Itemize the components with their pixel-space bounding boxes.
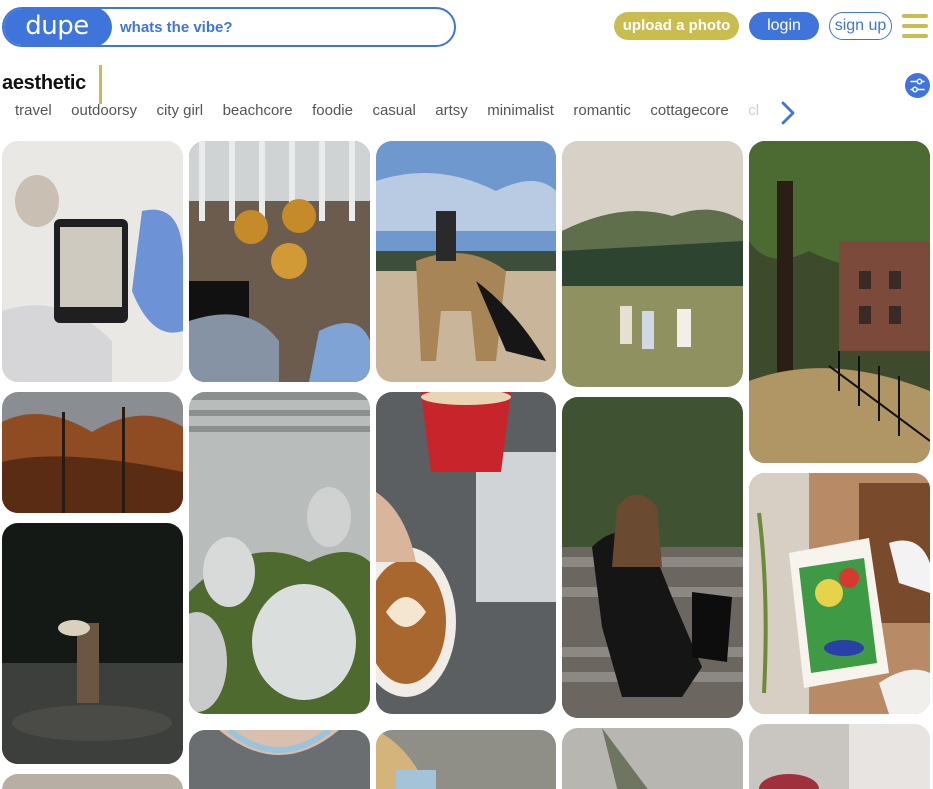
category-romantic[interactable]: romantic (573, 102, 631, 119)
category-foodie[interactable]: foodie (312, 102, 353, 119)
sliders-icon[interactable] (905, 73, 930, 98)
category-truncated[interactable]: cl (748, 102, 759, 119)
category-cottagecore[interactable]: cottagecore (650, 102, 728, 119)
photo-blonde-hair[interactable] (376, 730, 556, 789)
category-travel[interactable]: travel (15, 102, 52, 119)
chevron-right-icon[interactable] (778, 100, 798, 126)
photo-gray-sweater[interactable] (189, 730, 370, 789)
category-casual[interactable]: casual (372, 102, 415, 119)
photo-autumn-forest[interactable] (2, 392, 183, 513)
photo-art-print[interactable] (749, 473, 930, 714)
photo-ereader-flatlay[interactable] (2, 141, 183, 382)
category-artsy[interactable]: artsy (435, 102, 468, 119)
photo-partial-bottom[interactable] (2, 774, 183, 789)
category-outdoorsy[interactable]: outdoorsy (71, 102, 137, 119)
photo-horse-rider[interactable] (376, 141, 556, 382)
signup-button[interactable]: sign up (829, 12, 892, 40)
search-bar[interactable]: dupe (2, 7, 456, 47)
search-input[interactable] (120, 9, 440, 45)
hamburger-icon[interactable] (902, 14, 928, 38)
logo[interactable]: dupe (4, 9, 112, 45)
photo-bench-sitting[interactable] (562, 397, 743, 718)
photo-latte-cup[interactable] (376, 392, 556, 714)
photo-rocky-cliff[interactable] (562, 728, 743, 789)
active-category-divider (99, 65, 102, 104)
upload-photo-button[interactable]: upload a photo (614, 12, 739, 40)
category-list: travel outdoorsy city girl beachcore foo… (15, 102, 775, 126)
photo-beer-toast[interactable] (189, 141, 370, 382)
login-button[interactable]: login (749, 12, 819, 40)
category-minimalist[interactable]: minimalist (487, 102, 554, 119)
photo-meadow-friends[interactable] (562, 141, 743, 387)
category-city-girl[interactable]: city girl (156, 102, 203, 119)
photo-interior-partial[interactable] (749, 724, 930, 789)
photo-night-piggyback[interactable] (2, 523, 183, 764)
photo-chrome-eggs[interactable] (189, 392, 370, 714)
active-category: aesthetic (2, 72, 87, 94)
category-beachcore[interactable]: beachcore (223, 102, 293, 119)
photo-tree-street[interactable] (749, 141, 930, 463)
